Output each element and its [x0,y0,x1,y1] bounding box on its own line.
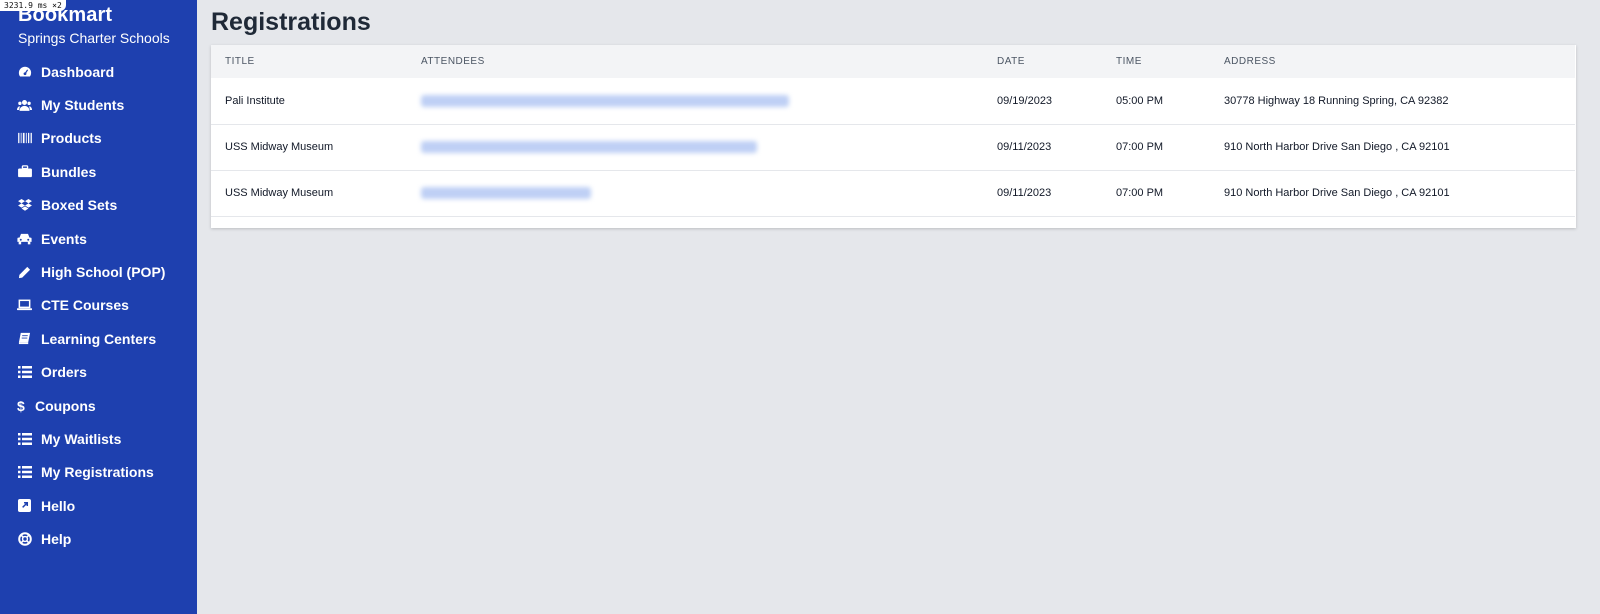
registration-time: 07:00 PM [1116,187,1164,199]
redacted-attendees [421,94,789,107]
sidebar-item-coupons[interactable]: $ Coupons [0,389,197,422]
sidebar-item-label: Boxed Sets [41,197,118,214]
registration-address: 30778 Highway 18 Running Spring, CA 9238… [1224,94,1449,107]
table-row[interactable]: USS Midway Museum 09/11/2023 07:00 PM 91… [211,124,1575,170]
sidebar-nav: Dashboard My Students Products Bundles B… [0,55,197,556]
column-header-time: TIME [1116,56,1142,67]
registrations-card: TITLE ATTENDEES DATE TIME ADDRESS Pali I… [211,45,1576,228]
table-row[interactable]: USS Midway Museum 09/11/2023 07:00 PM 91… [211,170,1575,216]
users-icon [17,98,32,113]
sidebar-item-label: Products [41,130,102,147]
sidebar-item-my-students[interactable]: My Students [0,88,197,121]
table-header-row: TITLE ATTENDEES DATE TIME ADDRESS [211,45,1575,78]
sidebar-item-label: My Students [41,97,125,114]
sidebar-item-high-school-pop[interactable]: High School (POP) [0,255,197,288]
sidebar-item-dashboard[interactable]: Dashboard [0,55,197,88]
main-content: Registrations TITLE ATTENDEES DATE TIME … [197,0,1600,614]
redacted-attendees [421,141,757,154]
sidebar-item-label: High School (POP) [41,264,166,281]
page-title: Registrations [211,8,371,36]
sidebar-item-hello[interactable]: Hello [0,489,197,522]
laptop-icon [17,298,32,313]
attendees-cell [407,124,983,170]
attendees-cell [407,78,983,124]
registration-time: 05:00 PM [1116,94,1164,107]
registration-time: 07:00 PM [1116,141,1164,153]
external-link-icon [17,498,32,513]
briefcase-icon [17,164,32,179]
column-header-address: ADDRESS [1224,56,1276,67]
column-header-date: DATE [997,56,1025,67]
sidebar-item-bundles[interactable]: Bundles [0,155,197,188]
sidebar-item-label: Events [41,230,87,247]
pencil-icon [17,265,32,280]
registration-title: USS Midway Museum [225,187,334,199]
school-name: Springs Charter Schools [18,30,170,46]
sidebar-item-orders[interactable]: Orders [0,356,197,389]
svg-text:$: $ [17,399,25,413]
column-header-title: TITLE [225,56,255,67]
table-row[interactable]: Pali Institute 09/19/2023 05:00 PM 30778… [211,78,1575,124]
registrations-table: TITLE ATTENDEES DATE TIME ADDRESS Pali I… [211,45,1575,217]
sidebar-item-events[interactable]: Events [0,222,197,255]
sidebar-item-label: Help [41,531,72,548]
barcode-icon [17,131,32,146]
sidebar-item-my-registrations[interactable]: My Registrations [0,456,197,489]
sidebar-item-products[interactable]: Products [0,122,197,155]
sidebar-item-help[interactable]: Help [0,522,197,555]
registration-date: 09/11/2023 [997,141,1052,153]
sidebar-item-label: Hello [41,497,76,514]
lifebuoy-icon [17,532,32,547]
sidebar-item-cte-courses[interactable]: CTE Courses [0,289,197,322]
registration-date: 09/11/2023 [997,187,1052,199]
sidebar-item-label: Orders [41,364,87,381]
registration-title: USS Midway Museum [225,141,334,153]
column-header-attendees: ATTENDEES [421,56,485,67]
sidebar-item-label: Bundles [41,163,97,180]
redacted-attendees [421,187,591,200]
sidebar-item-label: CTE Courses [41,297,129,314]
dropbox-icon [17,198,32,213]
dashboard-icon [17,64,32,79]
list-icon [17,465,32,480]
car-icon [17,231,32,246]
list-icon [17,365,32,380]
dollar-icon: $ [17,398,26,413]
registration-date: 09/19/2023 [997,94,1053,107]
sidebar-item-label: Learning Centers [41,330,157,347]
sidebar-item-learning-centers[interactable]: Learning Centers [0,322,197,355]
sidebar-item-label: Coupons [35,397,96,414]
render-timing-badge: 3231.9 ms ×2 [0,0,66,11]
sidebar-item-boxed-sets[interactable]: Boxed Sets [0,189,197,222]
sidebar-item-label: Dashboard [41,63,115,80]
registration-title: Pali Institute [225,94,285,107]
list-icon [17,431,32,446]
sidebar: Bookmart Springs Charter Schools Dashboa… [0,0,197,614]
registration-address: 910 North Harbor Drive San Diego , CA 92… [1224,187,1450,199]
sidebar-item-label: My Waitlists [41,430,122,447]
attendees-cell [407,170,983,216]
sidebar-item-label: My Registrations [41,464,154,481]
sidebar-item-my-waitlists[interactable]: My Waitlists [0,422,197,455]
book-icon [17,331,32,346]
registration-address: 910 North Harbor Drive San Diego , CA 92… [1224,141,1450,153]
